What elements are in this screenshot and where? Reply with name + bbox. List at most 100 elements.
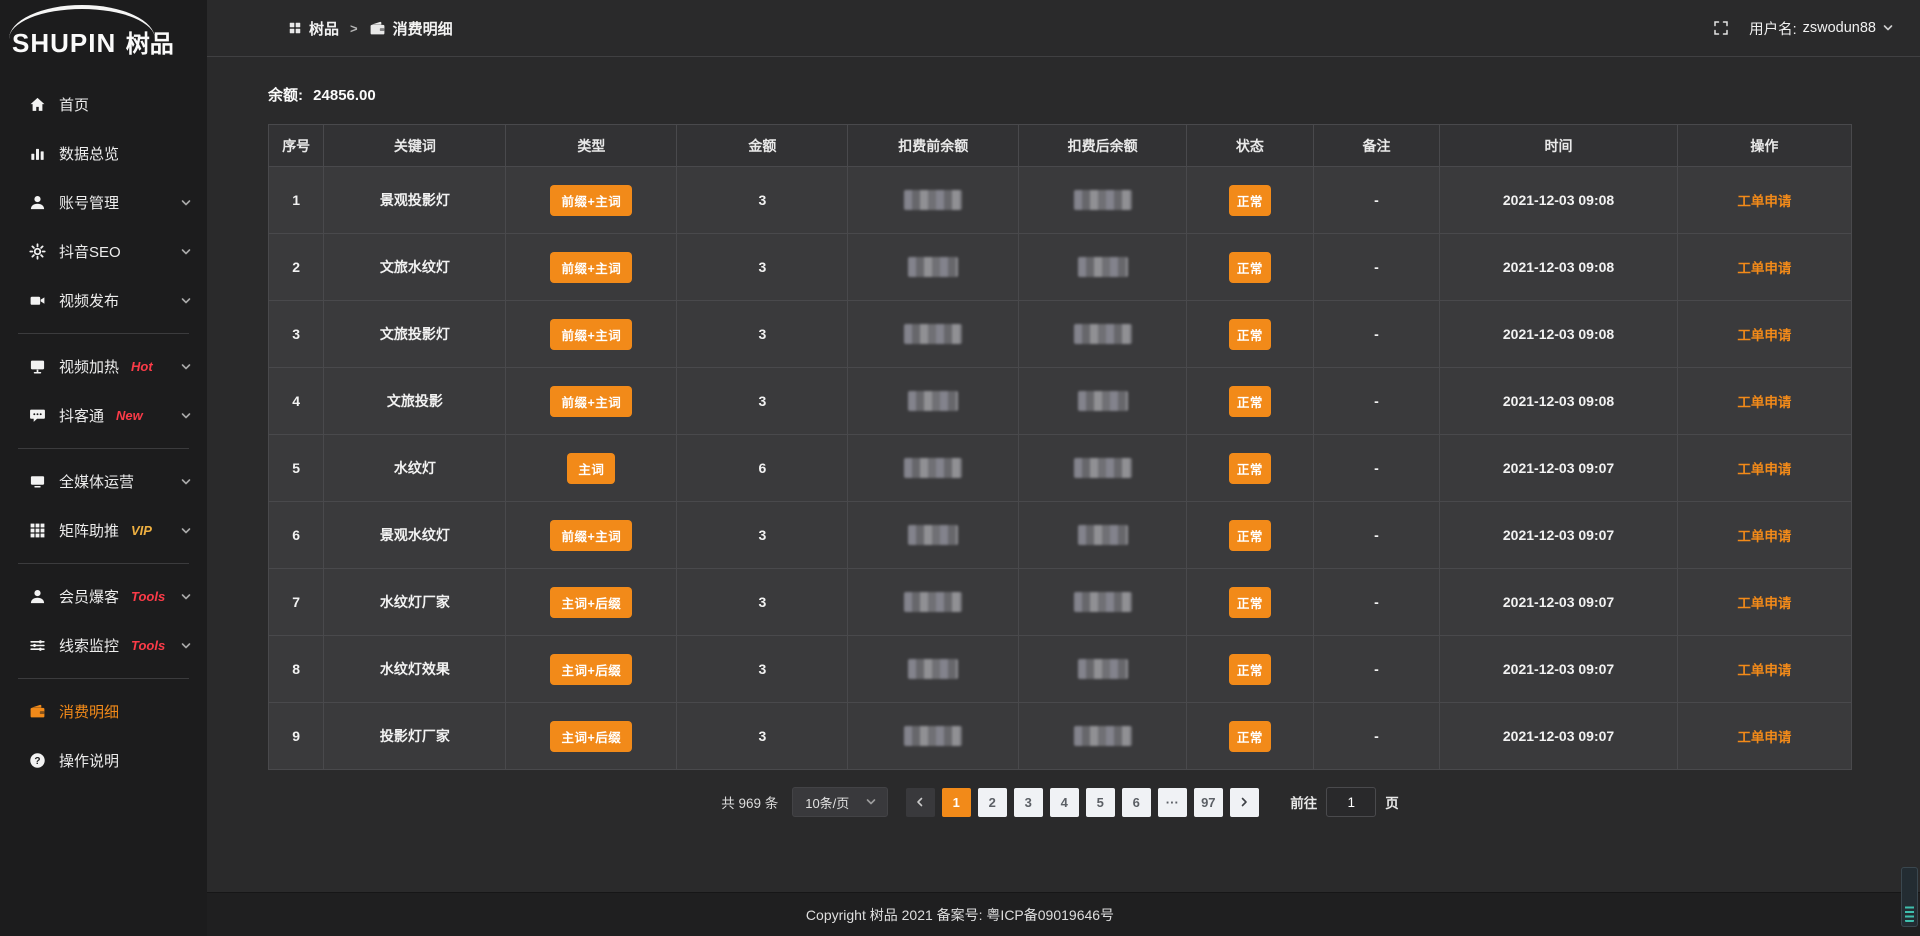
page-button-3[interactable]: 3: [1014, 788, 1043, 817]
status-badge: 正常: [1229, 721, 1271, 752]
sidebar-item-matrix-boost[interactable]: 矩阵助推VIP: [0, 506, 207, 555]
cell-index: 2: [269, 234, 324, 301]
app-logo: SHUPIN 树品: [0, 0, 207, 66]
table-row: 6景观水纹灯前缀+主词3正常-2021-12-03 09:07工单申请: [269, 502, 1852, 569]
next-page-button[interactable]: [1230, 788, 1259, 817]
sidebar-item-data-overview[interactable]: 数据总览: [0, 129, 207, 178]
sidebar-item-tag: New: [116, 408, 143, 423]
column-header: 关键词: [324, 125, 506, 167]
cell-action: 工单申请: [1677, 636, 1851, 703]
page-button-97[interactable]: 97: [1194, 788, 1223, 817]
cell-balance-before: [848, 502, 1019, 569]
page-size-select[interactable]: 10条/页: [792, 787, 888, 817]
column-header: 时间: [1440, 125, 1677, 167]
ticket-apply-link[interactable]: 工单申请: [1737, 529, 1791, 544]
cell-amount: 3: [677, 234, 848, 301]
ticket-apply-link[interactable]: 工单申请: [1737, 663, 1791, 678]
cell-balance-after: [1019, 435, 1187, 502]
cell-index: 5: [269, 435, 324, 502]
cell-time: 2021-12-03 09:08: [1440, 234, 1677, 301]
cell-status: 正常: [1187, 569, 1314, 636]
sidebar-item-consume-detail[interactable]: 消费明细: [0, 687, 207, 736]
cell-time: 2021-12-03 09:07: [1440, 703, 1677, 770]
ticket-apply-link[interactable]: 工单申请: [1737, 395, 1791, 410]
cell-keyword: 文旅投影灯: [324, 301, 506, 368]
goto-page-input[interactable]: [1326, 787, 1376, 817]
member-icon: [28, 588, 46, 605]
grid-icon: [28, 522, 46, 539]
censored-value: [904, 458, 962, 478]
page-button-6[interactable]: 6: [1122, 788, 1151, 817]
cell-balance-before: [848, 301, 1019, 368]
topbar: 树品 > 消费明细 用户名: zswodun88: [207, 0, 1920, 57]
sidebar-item-home[interactable]: 首页: [0, 80, 207, 129]
column-header: 状态: [1187, 125, 1314, 167]
cell-status: 正常: [1187, 368, 1314, 435]
cell-balance-after: [1019, 167, 1187, 234]
type-badge: 主词+后缀: [550, 721, 632, 752]
cell-action: 工单申请: [1677, 368, 1851, 435]
cell-keyword: 水纹灯厂家: [324, 569, 506, 636]
cell-keyword: 文旅投影: [324, 368, 506, 435]
user-menu[interactable]: 用户名: zswodun88: [1749, 18, 1894, 39]
cell-action: 工单申请: [1677, 569, 1851, 636]
page-button-4[interactable]: 4: [1050, 788, 1079, 817]
sidebar-item-douketong[interactable]: 抖客通New: [0, 391, 207, 440]
sidebar-item-member-baoke[interactable]: 会员爆客Tools: [0, 572, 207, 621]
column-header: 备注: [1313, 125, 1440, 167]
ticket-apply-link[interactable]: 工单申请: [1737, 328, 1791, 343]
column-header: 操作: [1677, 125, 1851, 167]
ticket-apply-link[interactable]: 工单申请: [1737, 194, 1791, 209]
type-badge: 前缀+主词: [550, 520, 632, 551]
sidebar-item-label: 矩阵助推: [59, 520, 119, 541]
prev-page-button[interactable]: [906, 788, 935, 817]
chevron-left-icon: [914, 796, 926, 808]
balance-label: 余额:: [268, 87, 303, 104]
bar-chart-icon: [28, 145, 46, 162]
ticket-apply-link[interactable]: 工单申请: [1737, 596, 1791, 611]
side-scroll-widget[interactable]: [1901, 867, 1918, 927]
sidebar-item-video-heat[interactable]: 视频加热Hot: [0, 342, 207, 391]
ticket-apply-link[interactable]: 工单申请: [1737, 261, 1791, 276]
home-icon: [28, 96, 46, 113]
sidebar-item-label: 全媒体运营: [59, 471, 134, 492]
page-ellipsis[interactable]: ···: [1158, 788, 1187, 817]
censored-value: [1078, 391, 1128, 411]
cell-balance-after: [1019, 234, 1187, 301]
sidebar-item-video-publish[interactable]: 视频发布: [0, 276, 207, 325]
cell-type: 前缀+主词: [506, 502, 677, 569]
breadcrumb-home[interactable]: 树品: [288, 18, 339, 39]
apps-icon: [288, 21, 302, 35]
chevron-down-icon: [180, 591, 192, 603]
breadcrumb-current: 消费明细: [369, 18, 453, 39]
cell-balance-after: [1019, 703, 1187, 770]
sidebar-item-media-operation[interactable]: 全媒体运营: [0, 457, 207, 506]
fullscreen-icon[interactable]: [1713, 20, 1729, 36]
cell-type: 主词: [506, 435, 677, 502]
page-button-1[interactable]: 1: [942, 788, 971, 817]
chat-icon: [28, 407, 46, 424]
sidebar-item-label: 数据总览: [59, 143, 119, 164]
sidebar-item-operation-guide[interactable]: ?操作说明: [0, 736, 207, 785]
sidebar-item-douyin-seo[interactable]: 抖音SEO: [0, 227, 207, 276]
ticket-apply-link[interactable]: 工单申请: [1737, 462, 1791, 477]
status-badge: 正常: [1229, 654, 1271, 685]
breadcrumb: 树品 > 消费明细: [288, 18, 453, 39]
sidebar-item-tag: Hot: [131, 359, 153, 374]
cell-balance-before: [848, 234, 1019, 301]
sidebar-item-clue-monitor[interactable]: 线索监控Tools: [0, 621, 207, 670]
page-button-2[interactable]: 2: [978, 788, 1007, 817]
status-badge: 正常: [1229, 453, 1271, 484]
cell-balance-after: [1019, 368, 1187, 435]
cell-action: 工单申请: [1677, 301, 1851, 368]
page-button-5[interactable]: 5: [1086, 788, 1115, 817]
sidebar-item-account-manage[interactable]: 账号管理: [0, 178, 207, 227]
ticket-apply-link[interactable]: 工单申请: [1737, 730, 1791, 745]
column-header: 类型: [506, 125, 677, 167]
type-badge: 主词: [567, 453, 615, 484]
cell-remark: -: [1313, 703, 1440, 770]
cell-amount: 3: [677, 569, 848, 636]
censored-value: [904, 324, 962, 344]
cell-balance-before: [848, 368, 1019, 435]
user-label: 用户名:: [1749, 18, 1797, 39]
